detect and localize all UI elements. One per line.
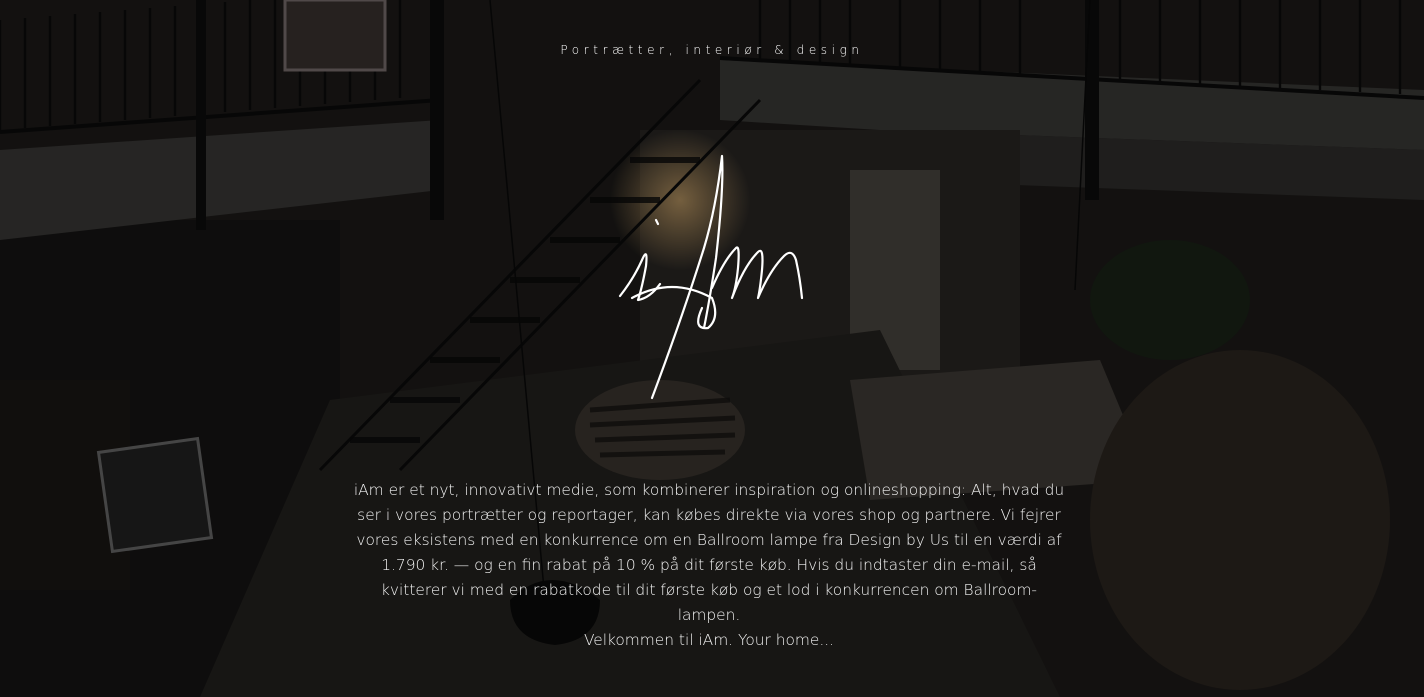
landing-page: Portrætter, interiør & design iAm er et … (0, 0, 1424, 697)
iam-logo[interactable] (612, 148, 812, 408)
welcome-line: Velkommen til iAm. Your home... (583, 631, 835, 649)
intro-paragraph: iAm er et nyt, innovativt medie, som kom… (353, 481, 1065, 624)
site-tagline: Portrætter, interiør & design (560, 43, 864, 57)
intro-text-block: iAm er et nyt, innovativt medie, som kom… (350, 478, 1068, 653)
